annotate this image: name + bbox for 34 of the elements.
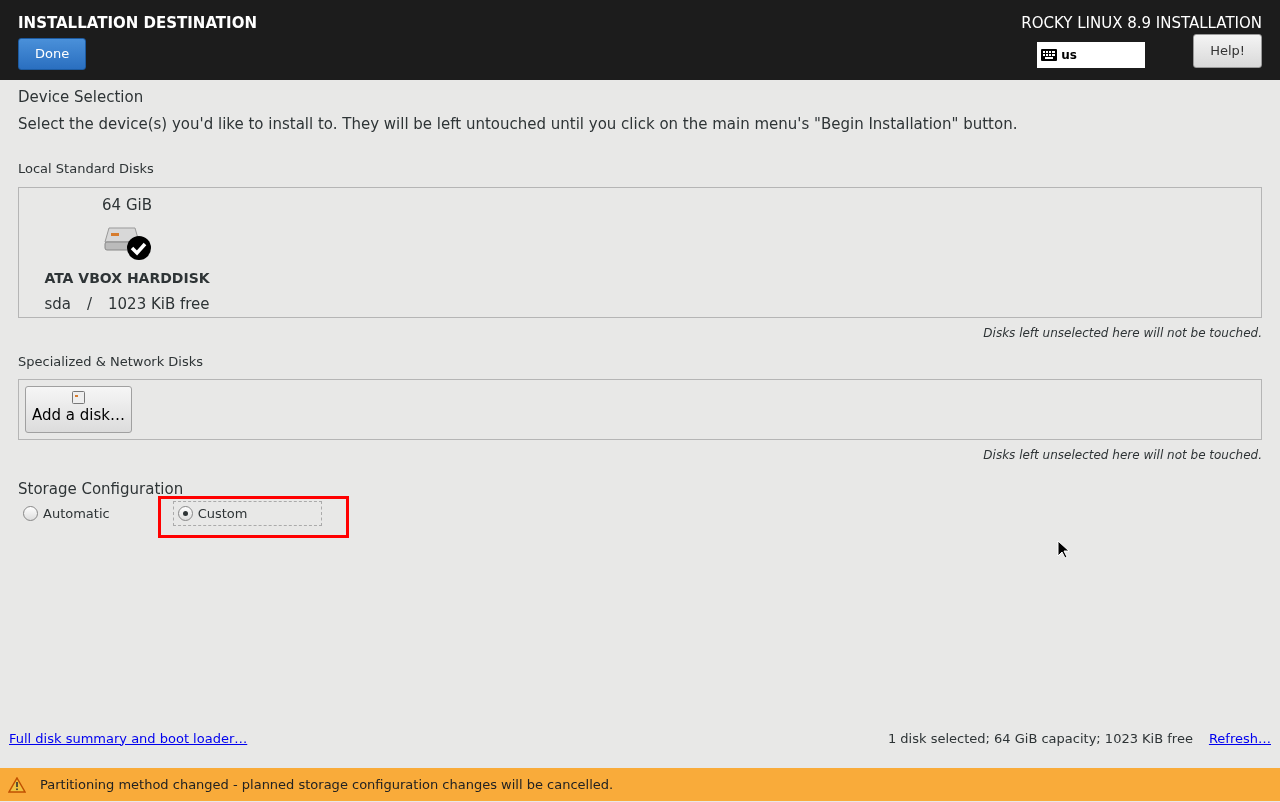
radio-label: Custom (197, 504, 248, 523)
keyboard-layout-indicator[interactable]: us (1037, 42, 1146, 68)
section-heading: Device Selection (18, 87, 145, 108)
mouse-cursor-icon (1057, 539, 1069, 559)
disk-name: ATA VBOX HARDDISK (44, 269, 210, 288)
keyboard-icon (1041, 49, 1058, 61)
screen-title: INSTALLATION DESTINATION (18, 13, 257, 34)
product-title: ROCKY LINUX 8.9 INSTALLATION (1021, 13, 1262, 34)
radio-button[interactable] (177, 505, 193, 521)
device-name: sda (44, 294, 71, 315)
disk-summary-text: 1 disk selected; 64 GiB capacity; 1023 KiB free (887, 729, 1193, 748)
refresh-link[interactable]: Refresh… (1208, 728, 1271, 748)
separator-text: / (86, 294, 92, 315)
section-heading: Storage Configuration (18, 479, 185, 500)
warning-message: Partitioning method changed - planned storage configuration changes will be cancelled. (40, 775, 614, 794)
summary-link[interactable]: Full disk summary and boot loader… (9, 728, 248, 748)
section-heading: Specialized & Network Disks (18, 352, 205, 371)
keyboard-layout-label: us (1061, 47, 1077, 64)
radio-option[interactable]: Custom (172, 500, 322, 526)
section-heading: Local Standard Disks (18, 160, 155, 178)
hard-disk-icon (103, 224, 151, 260)
add-disk-button[interactable]: Add a disk… (25, 386, 132, 433)
radio-button[interactable] (23, 505, 38, 521)
done-button[interactable]: Done (18, 38, 87, 70)
radio-option[interactable]: Automatic (18, 500, 115, 526)
note-text: Disks left unselected here will not be touched. (982, 324, 1262, 342)
disk-item[interactable]: 64 GiB ATA VBOX HARDDISK sda / 1023 KiB free (29, 193, 225, 317)
note-text: Disks left unselected here will not be touched. (982, 447, 1262, 464)
description-text: Select the device(s) you'd like to install to. They will be left untouched until you click on the main menu's "Begin Installation" button. (18, 113, 1019, 135)
radio-label: Automatic (43, 504, 110, 523)
warning-icon (8, 776, 26, 793)
disk-size: 64 GiB (102, 194, 152, 216)
free-space: 1023 KiB free (108, 294, 210, 315)
help-button[interactable]: Help! (1193, 34, 1262, 68)
